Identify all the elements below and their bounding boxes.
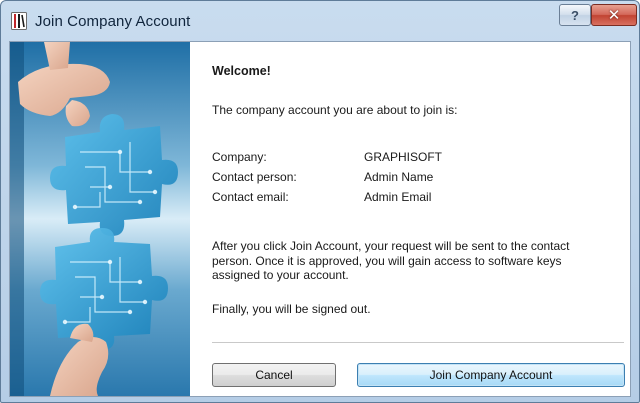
approval-info-text: After you click Join Account, your reque… — [212, 239, 570, 282]
contact-email-value: Admin Email — [364, 190, 432, 204]
company-label: Company: — [212, 150, 267, 164]
close-button[interactable]: ✕ — [591, 4, 637, 26]
archicad-app-icon — [11, 12, 27, 30]
dialog-body: Welcome! The company account you are abo… — [9, 41, 631, 397]
join-company-account-button[interactable]: Join Company Account — [357, 363, 625, 387]
signout-note: Finally, you will be signed out. — [212, 302, 371, 316]
contact-email-label: Contact email: — [212, 190, 289, 204]
dialog-window: Join Company Account ? ✕ Welcome! The co… — [0, 0, 640, 403]
puzzle-hands-illustration — [10, 42, 190, 396]
close-icon: ✕ — [607, 7, 621, 24]
help-button[interactable]: ? — [559, 4, 591, 26]
window-title: Join Company Account — [35, 13, 191, 30]
title-bar[interactable]: Join Company Account ? ✕ — [1, 1, 639, 41]
company-value: GRAPHISOFT — [364, 150, 443, 164]
divider — [212, 342, 624, 344]
cancel-button[interactable]: Cancel — [212, 363, 336, 387]
intro-text: The company account you are about to joi… — [212, 103, 458, 117]
welcome-heading: Welcome! — [212, 64, 271, 78]
contact-person-label: Contact person: — [212, 170, 297, 184]
question-mark-icon: ? — [571, 7, 579, 23]
contact-person-value: Admin Name — [364, 170, 434, 184]
